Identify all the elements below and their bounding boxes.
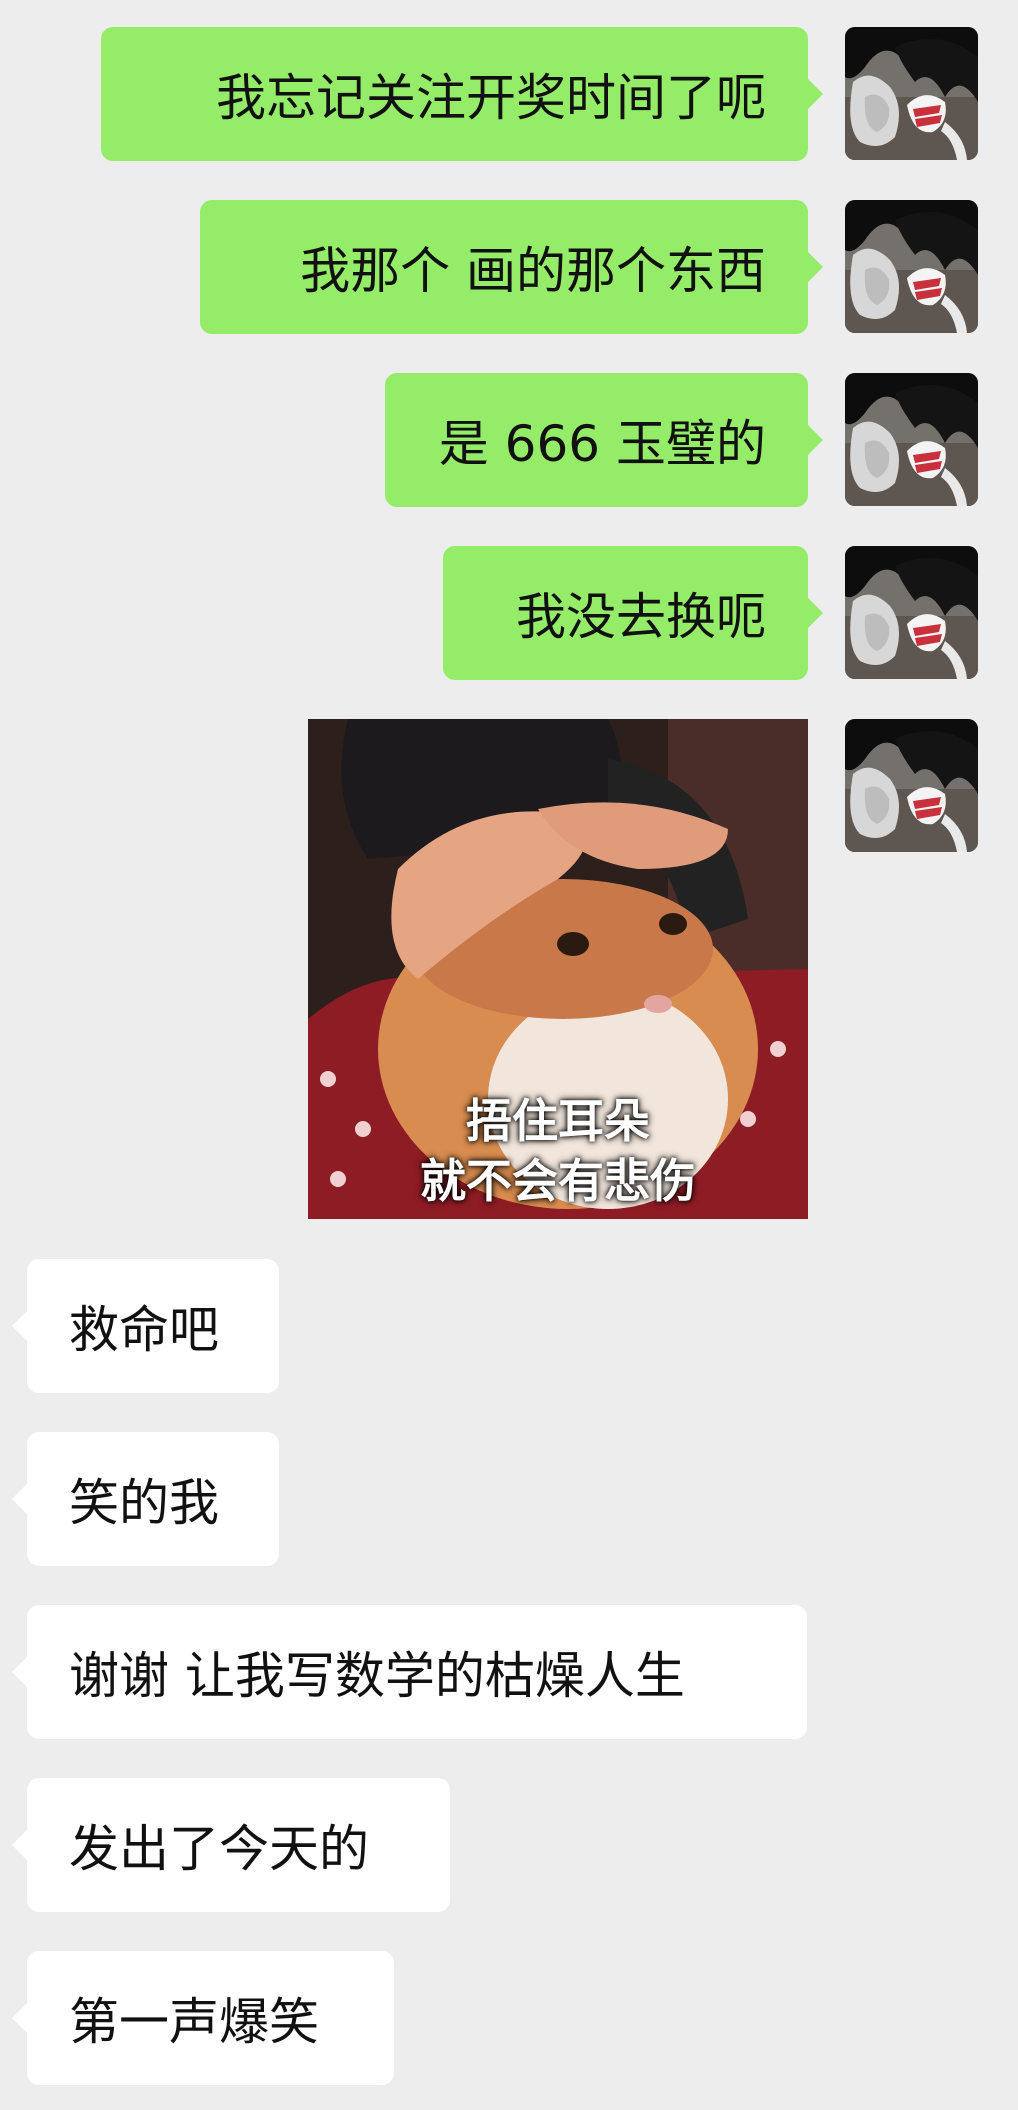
message-text: 是 666 玉璧的 (438, 415, 766, 473)
avatar-image (845, 719, 978, 852)
message-bubble[interactable]: 是 666 玉璧的 (385, 373, 823, 507)
message-bubble[interactable]: 笑的我 (12, 1432, 279, 1566)
message-bubble[interactable]: 发出了今天的 (12, 1778, 450, 1912)
message-bubble[interactable]: 我那个 画的那个东西 (200, 200, 823, 334)
sticker-caption-line1: 捂住耳朵 (466, 1094, 650, 1148)
message-text: 谢谢 让我写数学的枯燥人生 (69, 1647, 685, 1705)
message-text: 救命吧 (69, 1301, 219, 1359)
message-bubble[interactable]: 我忘记关注开奖时间了呃 (101, 27, 823, 161)
message-text: 我那个 画的那个东西 (300, 242, 766, 300)
message-bubble[interactable]: 救命吧 (12, 1259, 279, 1393)
avatar[interactable] (845, 27, 978, 160)
message-text: 笑的我 (69, 1474, 219, 1532)
avatar[interactable] (845, 719, 978, 852)
message-bubble[interactable]: 第一声爆笑 (12, 1951, 394, 2085)
message-bubble[interactable]: 我没去换呃 (443, 546, 823, 680)
avatar[interactable] (845, 373, 978, 506)
avatar[interactable] (845, 546, 978, 679)
avatar[interactable] (845, 200, 978, 333)
avatar-image (845, 200, 978, 333)
message-bubble[interactable]: 谢谢 让我写数学的枯燥人生 (12, 1605, 807, 1739)
sticker-caption-line2: 就不会有悲伤 (420, 1154, 696, 1208)
message-text: 我没去换呃 (516, 588, 766, 646)
avatar-image (845, 27, 978, 160)
message-text: 第一声爆笑 (69, 1993, 319, 2051)
message-text: 我忘记关注开奖时间了呃 (216, 69, 766, 127)
avatar-image (845, 546, 978, 679)
avatar-image (845, 373, 978, 506)
message-text: 发出了今天的 (69, 1820, 369, 1878)
sticker-image[interactable]: 捂住耳朵 就不会有悲伤 (308, 719, 808, 1219)
